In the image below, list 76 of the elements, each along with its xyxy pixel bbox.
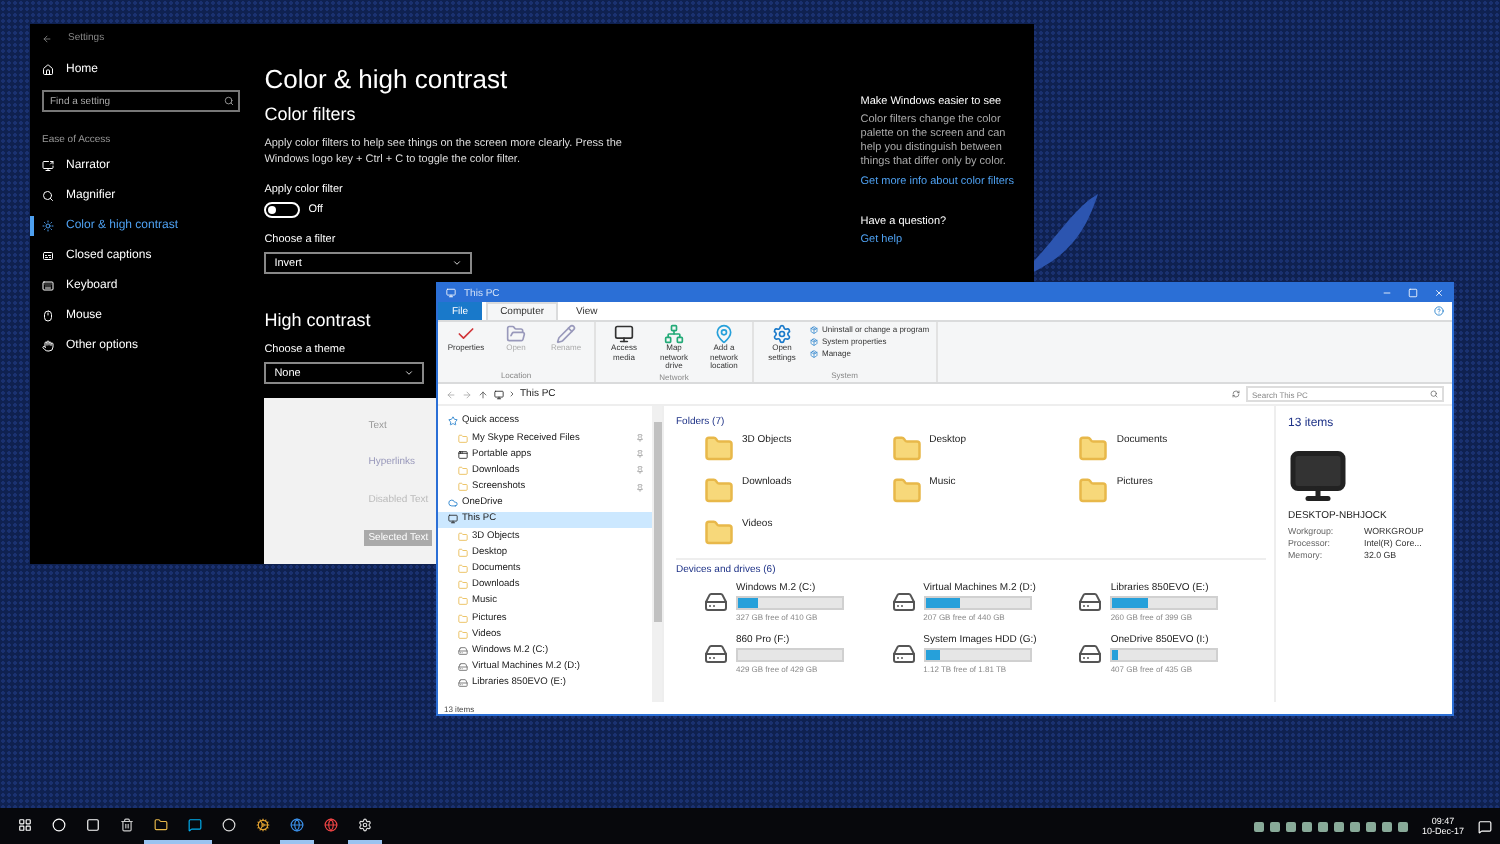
folder-icon [154,817,168,831]
folder-icon [458,433,468,444]
captions-icon [42,250,54,262]
network-drive-icon [664,324,684,344]
trash-icon[interactable] [120,817,134,831]
chevron-icon [404,368,415,379]
sun-icon [42,220,54,232]
drive-icon [1078,642,1103,666]
settings-icon [772,324,792,344]
search-icon [224,96,235,106]
drive-icon [1078,590,1103,614]
chevron-icon [452,258,463,269]
folder-icon [458,580,468,591]
app-icon [458,449,468,460]
folder-icon [458,596,468,607]
folder-icon [458,613,468,624]
refresh-icon[interactable] [1232,390,1240,398]
package-icon [810,325,818,333]
maximize-icon[interactable] [1408,288,1418,298]
search-icon [1430,390,1438,398]
folder-icon [458,482,468,493]
back-arrow-icon[interactable] [42,33,52,43]
circle-icon [222,817,236,831]
star-icon [448,416,458,427]
toggle-switch[interactable] [264,202,301,218]
search-circle-icon[interactable] [52,817,66,831]
section-heading: Color filters [264,104,356,124]
computer-icon [448,514,458,525]
folder-icon [704,434,734,464]
folder-icon [704,476,734,506]
folder-icon [1078,434,1109,464]
folder-icon [458,629,468,640]
gear-icon [256,817,270,831]
folder-icon [891,434,922,464]
hand-icon [42,340,54,352]
folder-icon [1078,476,1109,506]
pencil-icon [556,324,576,344]
drive-icon [458,662,468,673]
task-view-icon[interactable] [86,817,100,831]
drive-icon [704,590,728,614]
folder-icon [458,564,468,575]
drive-icon [458,678,468,689]
globe-icon [324,817,338,831]
screen-icon [42,160,54,172]
mouse-icon [42,310,54,322]
folder-icon [891,476,922,506]
drive-icon [458,645,468,656]
page-title: Color & high contrast [264,64,508,94]
monitor-icon [1288,446,1348,506]
folder-icon [704,518,734,548]
globe-icon [290,817,304,831]
check-icon [456,324,476,344]
cloud-icon [448,498,458,509]
location-icon [714,324,734,344]
package-icon [810,349,818,357]
keyboard-icon [42,280,54,292]
drive-icon [891,642,916,666]
monitor-icon [614,324,634,344]
start-icon[interactable] [18,817,32,831]
folder-icon [458,547,468,558]
drive-icon [891,590,916,614]
drive-icon [704,642,728,666]
folder-icon [458,465,468,476]
open-icon [506,324,526,344]
package-icon [810,337,818,345]
settings-icon [358,817,372,831]
computer-icon [446,288,456,298]
notifications-icon[interactable] [1478,819,1492,833]
chat-icon [188,817,202,831]
magnifier-icon [42,190,54,202]
scrollbar-track[interactable] [652,406,662,702]
folder-icon [458,531,468,542]
up-icon[interactable] [478,389,488,399]
section-heading: High contrast [264,310,371,331]
home-icon [42,64,54,76]
computer-icon [494,389,504,399]
